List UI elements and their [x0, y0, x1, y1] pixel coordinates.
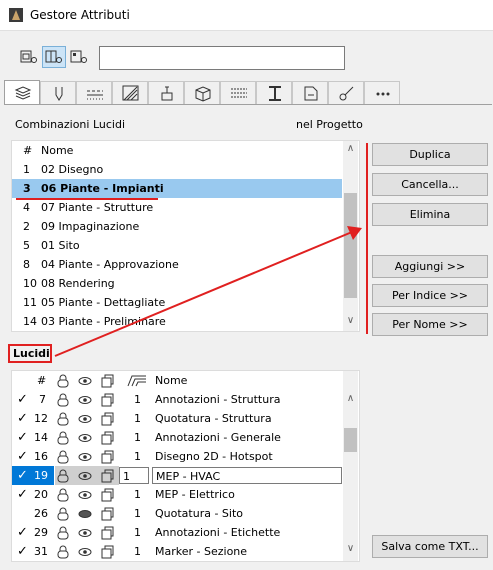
- layer-name: Quotatura - Sito: [155, 507, 244, 520]
- layer-num: 29: [34, 526, 48, 539]
- layer-row[interactable]: ✓ 12 1 Quotatura - Struttura: [12, 409, 342, 428]
- lock-icon[interactable]: [56, 412, 70, 426]
- layer-num: 19: [34, 469, 48, 482]
- visibility-check-icon[interactable]: ✓: [17, 428, 28, 447]
- eye-icon[interactable]: [78, 412, 92, 426]
- layer-pen: 1: [134, 545, 141, 558]
- scroll-thumb[interactable]: [344, 428, 357, 452]
- wireframe-icon[interactable]: [101, 507, 115, 521]
- scroll-up-icon[interactable]: ∧: [343, 393, 358, 404]
- layer-pen: 1: [134, 526, 141, 539]
- layer-name: MEP - Elettrico: [155, 488, 235, 501]
- visibility-check-icon[interactable]: ✓: [17, 409, 28, 428]
- layer-name: Marker - Sezione: [155, 545, 248, 558]
- lock-icon[interactable]: [56, 488, 70, 502]
- visibility-check-icon[interactable]: ✓: [17, 390, 28, 409]
- layer-row[interactable]: ✓ 20 1 MEP - Elettrico: [12, 485, 342, 504]
- eye-icon: [78, 377, 92, 385]
- wireframe-icon: [101, 374, 114, 388]
- eye-icon[interactable]: [78, 393, 92, 407]
- visibility-check-icon[interactable]: ✓: [17, 523, 28, 542]
- layer-num: 20: [34, 488, 48, 501]
- lock-icon[interactable]: [56, 469, 70, 483]
- wireframe-icon[interactable]: [101, 393, 115, 407]
- layer-num: 31: [34, 545, 48, 558]
- pen-input[interactable]: 1: [119, 467, 149, 484]
- layer-pen: 1: [134, 450, 141, 463]
- layer-num: 7: [39, 393, 46, 406]
- layer-name: Disegno 2D - Hotspot: [155, 450, 273, 463]
- layer-name: Annotazioni - Etichette: [155, 526, 281, 539]
- layer-name-input[interactable]: MEP - HVAC: [152, 467, 342, 484]
- layer-row[interactable]: ✓ 29 1 Annotazioni - Etichette: [12, 523, 342, 542]
- layer-num: 12: [34, 412, 48, 425]
- layer-row[interactable]: ✓ 16 1 Disegno 2D - Hotspot: [12, 447, 342, 466]
- eye-icon[interactable]: [78, 488, 92, 502]
- wireframe-icon[interactable]: [101, 526, 115, 540]
- layer-row[interactable]: ✓ 7 1 Annotazioni - Struttura: [12, 390, 342, 409]
- eye-icon[interactable]: [78, 450, 92, 464]
- layers-scrollbar[interactable]: ∧ ∨: [343, 371, 358, 561]
- layer-row[interactable]: ✓ 14 1 Annotazioni - Generale: [12, 428, 342, 447]
- lock-icon[interactable]: [56, 450, 70, 464]
- eye-icon[interactable]: [78, 431, 92, 445]
- wireframe-icon[interactable]: [101, 431, 115, 445]
- eye-icon[interactable]: [78, 526, 92, 540]
- eye-icon[interactable]: [78, 469, 92, 483]
- layer-pen: 1: [134, 488, 141, 501]
- eye-icon[interactable]: [78, 545, 92, 559]
- layer-name: Quotatura - Struttura: [155, 412, 272, 425]
- layer-pen: 1: [134, 412, 141, 425]
- layer-row[interactable]: 26 1 Quotatura - Sito: [12, 504, 342, 523]
- layers-list: # Nome ✓ 7 1 Annotazioni - Struttura ✓ 12 1 Quo…: [11, 370, 360, 562]
- wireframe-icon[interactable]: [101, 450, 115, 464]
- layer-pen: 1: [134, 507, 141, 520]
- lock-icon: [57, 374, 69, 388]
- lock-icon[interactable]: [56, 431, 70, 445]
- intersection-icon: [127, 375, 146, 387]
- lock-icon[interactable]: [56, 545, 70, 559]
- visibility-check-icon[interactable]: ✓: [17, 485, 28, 504]
- header-num: #: [37, 374, 47, 387]
- header-name: Nome: [155, 374, 188, 387]
- eye-hidden-icon[interactable]: [78, 507, 92, 521]
- visibility-check-icon[interactable]: ✓: [17, 542, 28, 561]
- wireframe-icon[interactable]: [101, 412, 115, 426]
- lock-icon[interactable]: [56, 507, 70, 521]
- layer-num: 14: [34, 431, 48, 444]
- layer-row[interactable]: ✓ 31 1 Marker - Sezione: [12, 542, 342, 561]
- wireframe-icon[interactable]: [101, 469, 115, 483]
- lock-icon[interactable]: [56, 393, 70, 407]
- layer-num: 16: [34, 450, 48, 463]
- wireframe-icon[interactable]: [101, 545, 115, 559]
- layer-num: 26: [34, 507, 48, 520]
- scroll-down-icon[interactable]: ∨: [343, 543, 358, 554]
- lock-icon[interactable]: [56, 526, 70, 540]
- visibility-check-icon[interactable]: ✓: [17, 466, 28, 485]
- wireframe-icon[interactable]: [101, 488, 115, 502]
- layer-row[interactable]: ✓ 19 1 MEP - HVAC: [12, 466, 342, 485]
- visibility-check-icon[interactable]: ✓: [17, 447, 28, 466]
- layer-name: Annotazioni - Generale: [155, 431, 281, 444]
- layers-header: # Nome: [12, 371, 342, 390]
- layer-pen: 1: [134, 393, 141, 406]
- layer-pen: 1: [134, 431, 141, 444]
- layer-name: Annotazioni - Struttura: [155, 393, 281, 406]
